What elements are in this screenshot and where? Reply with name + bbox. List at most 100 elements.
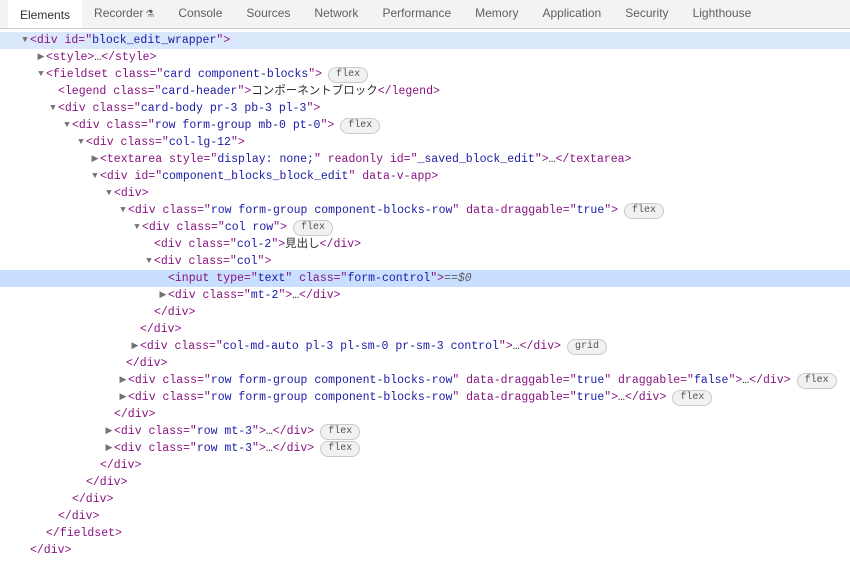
node-input-selected[interactable]: <input type="text" class="form-control">… (0, 270, 850, 287)
badge-flex[interactable]: flex (797, 373, 837, 389)
expand-icon[interactable] (36, 66, 46, 83)
node-colrow[interactable]: <div class="col row">flex (0, 219, 850, 236)
e: … (266, 423, 273, 440)
t: <div class=" (128, 202, 211, 219)
tab-recorder[interactable]: Recorder⚗ (82, 0, 166, 28)
e: … (549, 151, 556, 168)
tab-sources[interactable]: Sources (234, 0, 302, 28)
node-style[interactable]: <style>…</style> (0, 49, 850, 66)
expand-icon[interactable] (144, 253, 154, 270)
node-close[interactable]: </div> (0, 457, 850, 474)
t: "> (728, 372, 742, 389)
t: "> (252, 423, 266, 440)
node-close[interactable]: </div> (0, 474, 850, 491)
t: <fieldset class=" (46, 66, 163, 83)
node-close[interactable]: </div> (0, 321, 850, 338)
node-rowfg[interactable]: <div class="row form-group mb-0 pt-0">fl… (0, 117, 850, 134)
t: <div class=" (154, 236, 237, 253)
t: " draggable=" (604, 372, 694, 389)
node-col2[interactable]: <div class="col-2">見出し</div> (0, 236, 850, 253)
t: "> (278, 287, 292, 304)
node-legend[interactable]: <legend class="card-header">コンポーネントブロック<… (0, 83, 850, 100)
v: true (577, 372, 605, 389)
v: col-md-auto pl-3 pl-sm-0 pr-sm-3 control (223, 338, 499, 355)
expand-icon[interactable] (118, 389, 128, 406)
v: card component-blocks (163, 66, 308, 83)
tab-performance[interactable]: Performance (370, 0, 463, 28)
node-cbrow3[interactable]: <div class="row form-group component-blo… (0, 389, 850, 406)
badge-flex[interactable]: flex (293, 220, 333, 236)
tab-network[interactable]: Network (302, 0, 370, 28)
node-cbrow2[interactable]: <div class="row form-group component-blo… (0, 372, 850, 389)
node-close[interactable]: </div> (0, 406, 850, 423)
v: block_edit_wrapper (92, 32, 216, 49)
node-div[interactable]: <div> (0, 185, 850, 202)
t: <div class=" (168, 287, 251, 304)
t: "> (237, 83, 251, 100)
v: component_blocks_block_edit (162, 168, 348, 185)
badge-flex[interactable]: flex (624, 203, 664, 219)
expand-icon[interactable] (104, 185, 114, 202)
t: <div class=" (86, 134, 169, 151)
expand-icon[interactable] (104, 440, 114, 457)
node-rowmt3a[interactable]: <div class="row mt-3">…</div>flex (0, 423, 850, 440)
expand-icon[interactable] (36, 49, 46, 66)
expand-icon[interactable] (104, 423, 114, 440)
v: mt-2 (251, 287, 279, 304)
txt: 見出し (285, 236, 320, 253)
expand-icon[interactable] (76, 134, 86, 151)
node-cbrow[interactable]: <div class="row form-group component-blo… (0, 202, 850, 219)
node-close-fieldset[interactable]: </fieldset> (0, 525, 850, 542)
node-close[interactable]: </div> (0, 542, 850, 559)
node-collg[interactable]: <div class="col-lg-12"> (0, 134, 850, 151)
t: "> (258, 253, 272, 270)
tab-security[interactable]: Security (613, 0, 680, 28)
tab-lighthouse[interactable]: Lighthouse (681, 0, 764, 28)
node-wrapper[interactable]: <div id="block_edit_wrapper"> (0, 32, 850, 49)
node-close[interactable]: </div> (0, 491, 850, 508)
badge-flex[interactable]: flex (328, 67, 368, 83)
t: "> (604, 202, 618, 219)
node-vapp[interactable]: <div id="component_blocks_block_edit" da… (0, 168, 850, 185)
devtools-tabs: Elements Recorder⚗ Console Sources Netwo… (0, 0, 850, 29)
tab-console[interactable]: Console (166, 0, 234, 28)
badge-flex[interactable]: flex (340, 118, 380, 134)
expand-icon[interactable] (130, 338, 140, 355)
node-close[interactable]: </div> (0, 355, 850, 372)
tab-application[interactable]: Application (530, 0, 613, 28)
badge-flex[interactable]: flex (320, 441, 360, 457)
expand-icon[interactable] (132, 219, 142, 236)
badge-flex[interactable]: flex (320, 424, 360, 440)
expand-icon[interactable] (90, 151, 100, 168)
tab-elements[interactable]: Elements (8, 0, 82, 28)
expand-icon[interactable] (48, 100, 58, 117)
t: </div> (299, 287, 340, 304)
node-mt2[interactable]: <div class="mt-2">…</div> (0, 287, 850, 304)
node-ctrl[interactable]: <div class="col-md-auto pl-3 pl-sm-0 pr-… (0, 338, 850, 355)
node-fieldset[interactable]: <fieldset class="card component-blocks">… (0, 66, 850, 83)
node-col[interactable]: <div class="col"> (0, 253, 850, 270)
t: "> (430, 270, 444, 287)
expand-icon[interactable] (20, 32, 30, 49)
badge-grid[interactable]: grid (567, 339, 607, 355)
node-textarea[interactable]: <textarea style="display: none;" readonl… (0, 151, 850, 168)
v: true (577, 389, 605, 406)
expand-icon[interactable] (62, 117, 72, 134)
t: <div> (114, 185, 149, 202)
node-close[interactable]: </div> (0, 304, 850, 321)
v: col-2 (237, 236, 272, 253)
expand-icon[interactable] (158, 287, 168, 304)
eq: == (444, 270, 458, 287)
e: … (618, 389, 625, 406)
t: " data-draggable=" (452, 202, 576, 219)
dom-tree[interactable]: <div id="block_edit_wrapper"> <style>…</… (0, 29, 850, 569)
expand-icon[interactable] (118, 202, 128, 219)
node-close[interactable]: </div> (0, 508, 850, 525)
expand-icon[interactable] (90, 168, 100, 185)
node-cardbody[interactable]: <div class="card-body pr-3 pb-3 pl-3"> (0, 100, 850, 117)
badge-flex[interactable]: flex (672, 390, 712, 406)
tab-memory[interactable]: Memory (463, 0, 530, 28)
t: <style> (46, 49, 94, 66)
node-rowmt3b[interactable]: <div class="row mt-3">…</div>flex (0, 440, 850, 457)
expand-icon[interactable] (118, 372, 128, 389)
